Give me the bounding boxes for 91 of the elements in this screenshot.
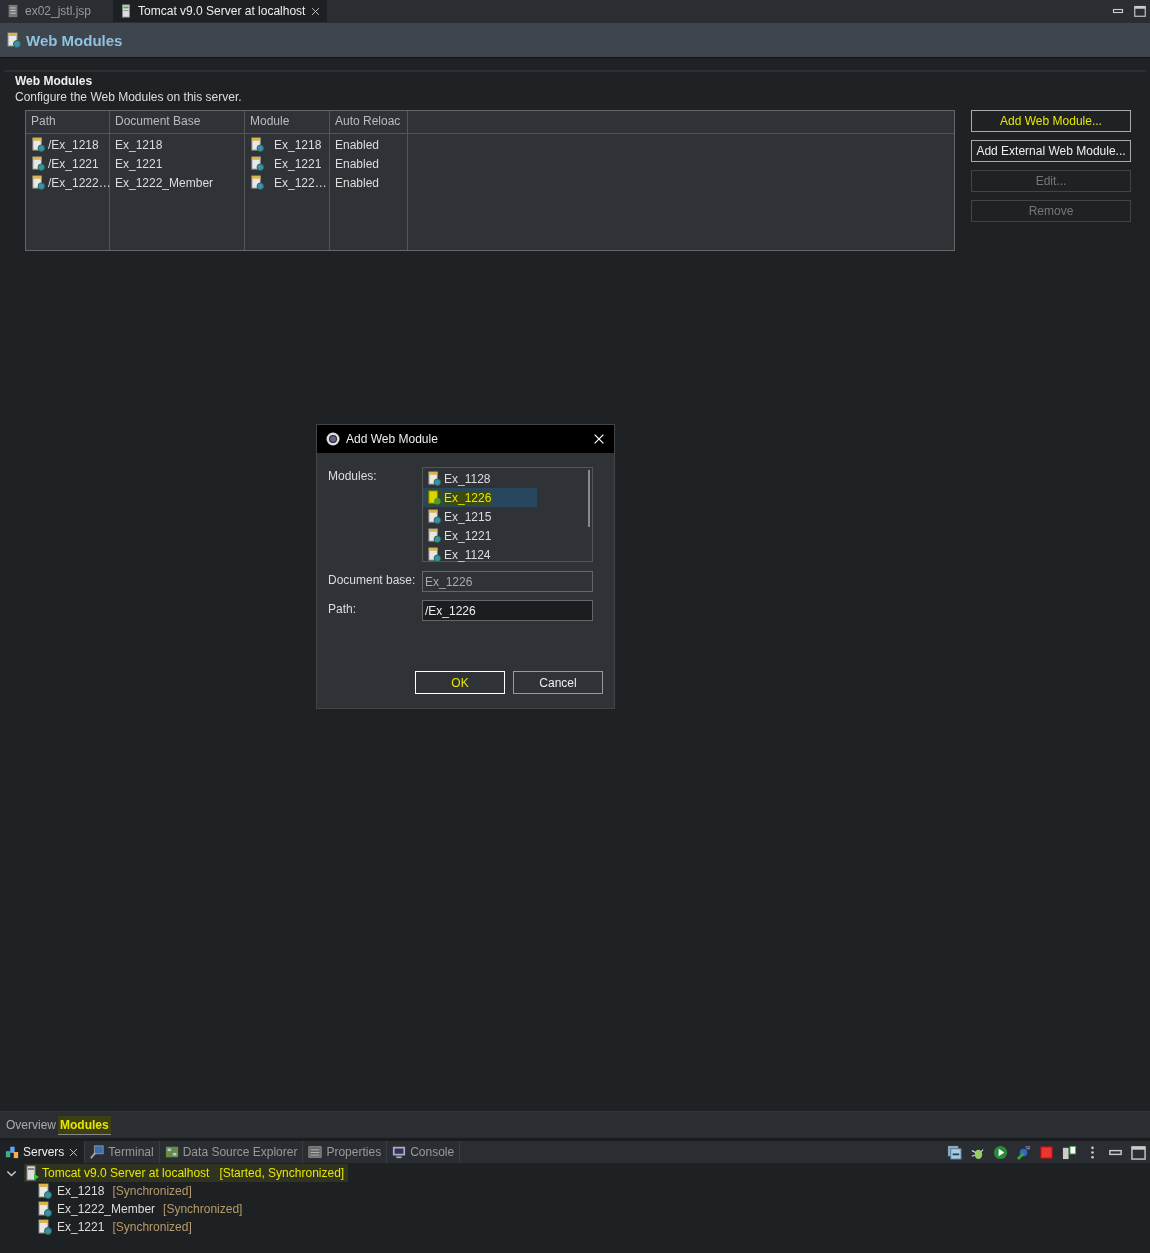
table-cell: /Ex_1218: [48, 137, 99, 152]
profile-icon: [1016, 1144, 1031, 1160]
column-header[interactable]: Auto Reloac: [330, 111, 408, 133]
module-icon: [427, 528, 442, 543]
action-button[interactable]: Add Web Module...: [971, 110, 1131, 132]
module-icon: [37, 1219, 53, 1235]
maximize-icon: [1131, 1144, 1146, 1160]
tab-label: Terminal: [108, 1145, 154, 1159]
page-title: Web Modules: [26, 31, 123, 49]
close-icon: [68, 1146, 80, 1158]
input-field[interactable]: /Ex_1226: [422, 600, 593, 621]
module-icon: [427, 509, 442, 524]
terminal-icon: [90, 1145, 105, 1159]
module-icon: [427, 547, 442, 562]
module-icon: [37, 1201, 53, 1217]
scrollbar[interactable]: [588, 470, 590, 527]
tree-item[interactable]: Ex_1218 [Synchronized]: [0, 1182, 192, 1200]
module-icon: [31, 156, 46, 171]
table-cell: Ex_1218: [274, 137, 322, 152]
module-icon: [31, 137, 46, 152]
module-status: [Synchronized]: [163, 1202, 243, 1216]
editor-tab[interactable]: Tomcat v9.0 Server at localhost: [113, 0, 328, 22]
properties-icon: [308, 1145, 323, 1159]
module-icon: [250, 137, 265, 152]
module-icon: [427, 471, 442, 486]
module-name: Ex_1221: [57, 1220, 105, 1234]
field-label: Path:: [328, 601, 358, 616]
section-description: Configure the Web Modules on this server.: [15, 90, 243, 104]
table-cell: /Ex_1222…: [48, 175, 111, 190]
server-icon: [24, 1165, 40, 1181]
list-item[interactable]: Ex_1226: [423, 488, 537, 507]
view-tab[interactable]: Servers: [0, 1141, 86, 1163]
list-item[interactable]: Ex_1128: [423, 469, 537, 488]
table-cell: Enabled: [335, 137, 380, 152]
modules-list[interactable]: Ex_1128 Ex_1226 Ex_1215 Ex_1221 Ex_1124: [422, 467, 593, 562]
tree-item[interactable]: Ex_1222_Member [Synchronized]: [0, 1200, 243, 1218]
field-label: Modules:: [328, 468, 378, 483]
tab-label: Console: [410, 1145, 455, 1159]
module-icon: [6, 32, 22, 48]
module-status: [Synchronized]: [112, 1220, 192, 1234]
server-name: Tomcat v9.0 Server at localhost: [42, 1166, 210, 1180]
column-header[interactable]: Document Base: [110, 111, 245, 133]
module-icon: [250, 175, 265, 190]
list-item[interactable]: Ex_1215: [423, 507, 537, 526]
server-status: [Started, Synchronized]: [219, 1166, 345, 1180]
close-icon: [310, 5, 322, 17]
close-icon: [592, 432, 606, 446]
publish-icon: [1062, 1144, 1077, 1160]
table-cell: Ex_1221: [115, 156, 163, 171]
tab-label: Tomcat v9.0 Server at localhost: [138, 4, 306, 18]
database-icon: [164, 1145, 179, 1159]
dialog-button[interactable]: Cancel: [513, 671, 603, 694]
table-cell: Enabled: [335, 156, 380, 171]
maximize-icon: [1134, 5, 1146, 17]
column-header[interactable]: Path: [26, 111, 110, 133]
page-tab[interactable]: Modules: [58, 1115, 111, 1135]
tab-label: Data Source Explorer: [182, 1145, 298, 1159]
servers-icon: [5, 1145, 19, 1159]
module-icon: [37, 1183, 53, 1199]
module-name: Ex_1218: [57, 1184, 105, 1198]
tab-label: Properties: [326, 1145, 382, 1159]
play-icon: [993, 1144, 1008, 1160]
column-header[interactable]: Module: [245, 111, 330, 133]
section-title: Web Modules: [15, 74, 94, 88]
field-label: Document base:: [328, 572, 417, 587]
module-status: [Synchronized]: [112, 1184, 192, 1198]
tree-item[interactable]: Tomcat v9.0 Server at localhost [Started, Synchronized]: [24, 1164, 349, 1182]
module-icon: [250, 156, 265, 171]
table-cell: Ex_1218: [115, 137, 163, 152]
dialog-title: Add Web Module: [346, 432, 438, 446]
table-cell: Ex_122…: [274, 175, 327, 190]
list-item[interactable]: Ex_1221: [423, 526, 537, 545]
file-icon: [6, 4, 20, 18]
editor-tab[interactable]: ex02_jstl.jsp: [0, 0, 98, 22]
console-icon: [392, 1145, 407, 1159]
module-name: Ex_1222_Member: [57, 1202, 156, 1216]
dialog-button[interactable]: OK: [415, 671, 505, 694]
module-icon: [427, 490, 442, 505]
module-icon: [31, 175, 46, 190]
page-tab[interactable]: Overview: [4, 1116, 58, 1134]
tree-item[interactable]: Ex_1221 [Synchronized]: [0, 1218, 192, 1236]
collapse-icon: [947, 1144, 962, 1160]
table-cell: Enabled: [335, 175, 380, 190]
table-cell: Ex_1221: [274, 156, 322, 171]
stop-icon: [1039, 1144, 1054, 1160]
table-cell: Ex_1222_Member: [115, 175, 214, 190]
list-item[interactable]: Ex_1124: [423, 545, 537, 564]
tab-label: Servers: [23, 1145, 65, 1159]
action-button[interactable]: Add External Web Module...: [971, 140, 1131, 162]
tab-label: ex02_jstl.jsp: [25, 4, 92, 18]
table-cell: /Ex_1221: [48, 156, 99, 171]
